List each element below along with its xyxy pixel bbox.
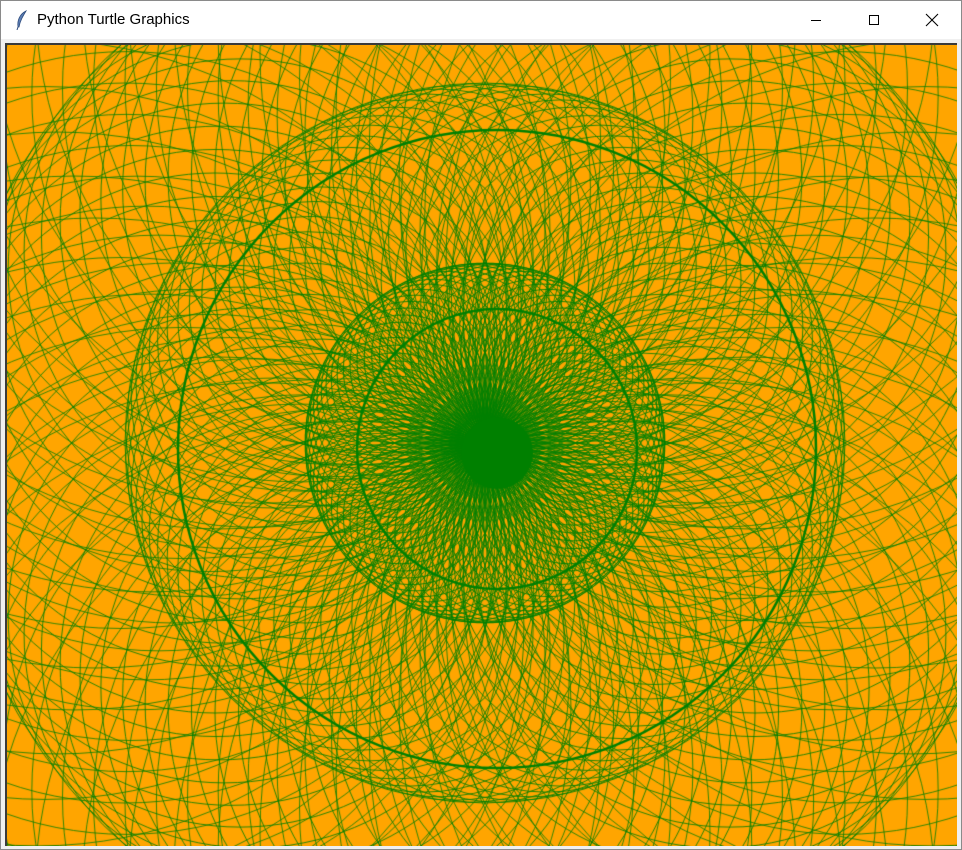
feather-icon <box>16 10 28 30</box>
close-button[interactable] <box>903 1 961 39</box>
minimize-button[interactable] <box>787 1 845 39</box>
close-icon <box>925 13 939 27</box>
maximize-icon <box>869 15 879 25</box>
turtle-canvas-area[interactable] <box>5 43 957 846</box>
spirograph-drawing <box>7 45 957 846</box>
maximize-button[interactable] <box>845 1 903 39</box>
title-bar[interactable]: Python Turtle Graphics <box>1 1 961 39</box>
turtle-window: Python Turtle Graphics <box>0 0 962 850</box>
minimize-icon <box>811 20 821 21</box>
window-title: Python Turtle Graphics <box>37 11 190 28</box>
